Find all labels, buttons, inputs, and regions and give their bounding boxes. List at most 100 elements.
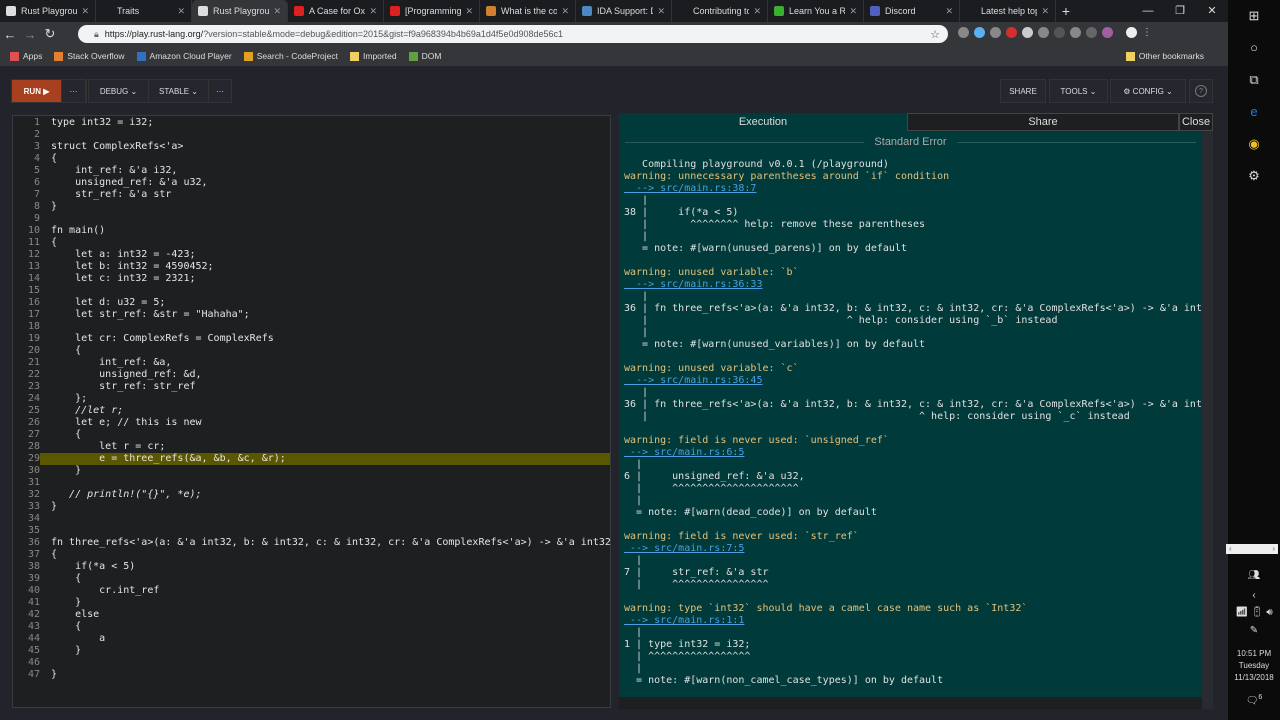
channel-stable-dropdown[interactable]: STABLE ⌄: [149, 80, 209, 102]
code-line: 43 {: [13, 621, 610, 633]
browser-tab[interactable]: IDA Support: D ✕: [576, 0, 672, 22]
browser-tab[interactable]: Discord ✕: [864, 0, 960, 22]
scroll-left-icon[interactable]: ‹: [1229, 544, 1232, 554]
code-line: 18: [13, 321, 610, 333]
run-button[interactable]: RUN ▶: [12, 80, 62, 102]
bookmark-item[interactable]: Amazon Cloud Player: [136, 51, 232, 61]
tab-close-icon[interactable]: ✕: [1041, 6, 1049, 17]
bookmark-item[interactable]: Stack Overflow: [54, 51, 125, 61]
other-bookmarks[interactable]: Other bookmarks: [1125, 51, 1204, 61]
source-location-link[interactable]: --> src/main.rs:6:5: [624, 447, 1202, 459]
help-button[interactable]: ?: [1195, 85, 1207, 97]
people-icon[interactable]: 👥︎: [1228, 570, 1280, 581]
close-window-button[interactable]: ✕: [1196, 0, 1228, 22]
browser-tab[interactable]: Learn You a Ru ✕: [768, 0, 864, 22]
tab-execution[interactable]: Execution: [619, 113, 907, 131]
tray-status-icons[interactable]: 📶︎ 🔋︎ 🔊︎: [1228, 607, 1280, 618]
extension-icon[interactable]: [1054, 27, 1065, 38]
tab-close-icon[interactable]: ✕: [465, 6, 473, 17]
extension-icon[interactable]: [1022, 27, 1033, 38]
tab-close-icon[interactable]: ✕: [945, 6, 953, 17]
line-number: 29: [13, 453, 40, 465]
notification-center-icon[interactable]: 🗨︎6: [1228, 694, 1280, 706]
windows-start-icon[interactable]: ⊞: [1228, 0, 1280, 32]
extension-icon[interactable]: [1070, 27, 1081, 38]
browser-tab[interactable]: [Programming] ✕: [384, 0, 480, 22]
extension-icon[interactable]: [1086, 27, 1097, 38]
output-body: Standard Error Compiling playground v0.0…: [619, 131, 1202, 697]
extension-icon[interactable]: [974, 27, 985, 38]
tab-close-icon[interactable]: ✕: [849, 6, 857, 17]
tab-close-icon[interactable]: ✕: [657, 6, 665, 17]
browser-tab[interactable]: Rust Playgroun ✕: [0, 0, 96, 22]
tab-title: Contributing to: [693, 6, 750, 16]
forward-icon[interactable]: →: [20, 27, 40, 42]
bookmark-item[interactable]: Apps: [10, 51, 42, 61]
tab-close-icon[interactable]: ✕: [369, 6, 377, 17]
tab-close-icon[interactable]: ✕: [561, 6, 569, 17]
code-text: {: [51, 549, 58, 560]
reload-icon[interactable]: ↻: [40, 26, 60, 42]
task-view-icon[interactable]: ⧉: [1228, 64, 1280, 96]
browser-tab[interactable]: Contributing to ✕: [672, 0, 768, 22]
code-editor[interactable]: 1 type int32 = i32; 2 3 struct ComplexRefs<'…: [12, 115, 611, 708]
source-location-link[interactable]: --> src/main.rs:36:45: [624, 375, 1202, 387]
show-hidden-icons-chevron[interactable]: ‹: [1228, 590, 1280, 601]
taskbar-scroll-strip[interactable]: ‹ ›: [1226, 544, 1278, 554]
browser-tab[interactable]: Latest help top ✕: [960, 0, 1056, 22]
extension-icon[interactable]: [1038, 27, 1049, 38]
tools-dropdown[interactable]: TOOLS ⌄: [1050, 80, 1107, 102]
settings-icon[interactable]: ⚙: [1228, 160, 1280, 192]
source-location-link[interactable]: --> src/main.rs:38:7: [624, 183, 1202, 195]
tab-close-icon[interactable]: ✕: [273, 6, 281, 17]
code-line: 28 let r = cr;: [13, 441, 610, 453]
profile-avatar-icon[interactable]: [1126, 27, 1137, 38]
browser-tab[interactable]: Traits ✕: [96, 0, 192, 22]
chrome-icon[interactable]: ◉: [1228, 128, 1280, 160]
browser-tab[interactable]: A Case for Oxid✕: [288, 0, 384, 22]
tab-share[interactable]: Share: [907, 113, 1179, 131]
bookmark-label: DOM: [421, 51, 442, 61]
extension-icon[interactable]: [1006, 27, 1017, 38]
tab-close-icon[interactable]: ✕: [753, 6, 761, 17]
extension-icon[interactable]: [990, 27, 1001, 38]
pen-icon[interactable]: ✎: [1228, 625, 1280, 636]
close-output-button[interactable]: Close: [1179, 113, 1213, 131]
url-input[interactable]: 🔒︎ https://play.rust-lang.org/?version=s…: [78, 25, 948, 43]
new-tab-button[interactable]: +: [1056, 0, 1076, 22]
restore-button[interactable]: ❐: [1164, 0, 1196, 22]
menu-kebab-icon[interactable]: ⋮: [1142, 27, 1153, 38]
line-number: 9: [33, 213, 40, 224]
code-line: 37 {: [13, 549, 610, 561]
scroll-right-icon[interactable]: ›: [1272, 544, 1275, 554]
share-button[interactable]: SHARE: [1001, 80, 1045, 102]
source-location-link[interactable]: --> src/main.rs:1:1: [624, 615, 1202, 627]
tab-close-icon[interactable]: ✕: [81, 6, 89, 17]
bookmark-item[interactable]: Search - CodeProject: [243, 51, 338, 61]
line-number: 5: [33, 165, 40, 176]
warning-line: warning: field is never used: `unsigned_…: [624, 435, 889, 446]
minimize-button[interactable]: —: [1132, 0, 1164, 22]
extension-icon[interactable]: [1102, 27, 1113, 38]
output-scrollbar[interactable]: [1202, 131, 1213, 709]
back-icon[interactable]: ←: [0, 27, 20, 42]
extension-icon[interactable]: [958, 27, 969, 38]
bookmark-item[interactable]: DOM: [408, 51, 442, 61]
config-dropdown[interactable]: ⚙ CONFIG ⌄: [1111, 80, 1185, 102]
mode-debug-dropdown[interactable]: DEBUG ⌄: [89, 80, 149, 102]
advanced-options-button[interactable]: ···: [209, 80, 231, 102]
tab-close-icon[interactable]: ✕: [177, 6, 185, 17]
bookmark-icon: [136, 51, 146, 61]
source-location-link[interactable]: --> src/main.rs:7:5: [624, 543, 1202, 555]
bookmark-item[interactable]: Imported: [350, 51, 397, 61]
browser-tab[interactable]: What is the cor ✕: [480, 0, 576, 22]
source-location-link[interactable]: --> src/main.rs:36:33: [624, 279, 1202, 291]
browser-tab[interactable]: Rust Playgroun ✕: [192, 0, 288, 22]
line-number: 16: [27, 297, 40, 308]
cortana-icon[interactable]: ○: [1228, 32, 1280, 64]
run-options-button[interactable]: ···: [62, 80, 86, 102]
clock[interactable]: 10:51 PM Tuesday 11/13/2018: [1228, 648, 1280, 684]
edge-icon[interactable]: e: [1228, 96, 1280, 128]
bookmark-star-icon[interactable]: ☆: [930, 28, 940, 41]
